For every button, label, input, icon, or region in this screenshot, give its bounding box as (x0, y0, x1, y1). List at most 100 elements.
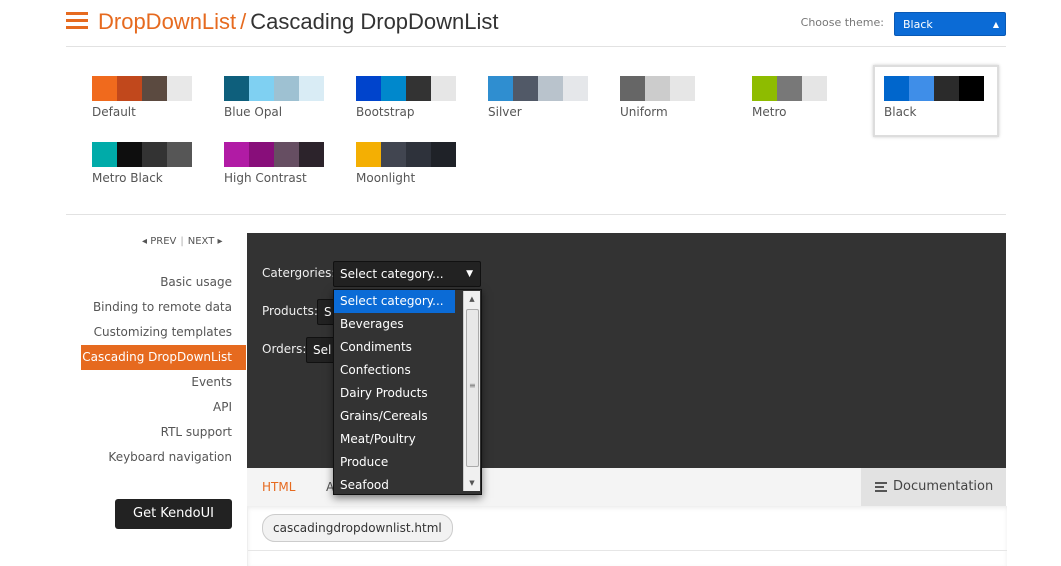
get-kendoui-button[interactable]: Get KendoUI (115, 499, 232, 529)
scroll-thumb[interactable]: ≡ (466, 309, 479, 467)
theme-swatches (92, 76, 196, 101)
color-swatch (563, 76, 588, 101)
divider (66, 46, 1006, 47)
list-item[interactable]: Select category... (334, 290, 455, 313)
file-tab[interactable]: cascadingdropdownlist.html (262, 514, 453, 542)
caret-right-icon: ▸ (217, 236, 223, 247)
color-swatch (92, 142, 117, 167)
sidebar-item-api[interactable]: API (81, 395, 246, 420)
code-panel: cascadingdropdownlist.html (247, 506, 1007, 566)
triangle-down-icon: ▼ (466, 269, 473, 279)
theme-option-moonlight[interactable]: Moonlight (356, 142, 460, 192)
documentation-button[interactable]: Documentation (861, 468, 1006, 506)
theme-label: Default (92, 105, 136, 119)
sidebar-item-basic-usage[interactable]: Basic usage (81, 270, 246, 295)
next-link[interactable]: NEXT (188, 236, 215, 247)
color-swatch (802, 76, 827, 101)
color-swatch (299, 142, 324, 167)
color-swatch (695, 76, 720, 101)
color-swatch (224, 76, 249, 101)
prev-next: ◂ PREV | NEXT ▸ (142, 236, 223, 247)
theme-label: Silver (488, 105, 522, 119)
triangle-up-icon: ▲ (992, 20, 999, 29)
theme-option-blue-opal[interactable]: Blue Opal (224, 76, 328, 126)
theme-label: Metro Black (92, 171, 163, 185)
theme-option-metro[interactable]: Metro (752, 76, 856, 126)
theme-label: Blue Opal (224, 105, 283, 119)
color-swatch (538, 76, 563, 101)
list-item[interactable]: Condiments (334, 336, 455, 359)
categories-label: Catergories: (262, 266, 336, 280)
theme-swatches (356, 142, 460, 167)
prev-link[interactable]: PREV (150, 236, 176, 247)
sidebar-item-binding-to-remote-data[interactable]: Binding to remote data (81, 295, 246, 320)
theme-option-bootstrap[interactable]: Bootstrap (356, 76, 460, 126)
sidebar-item-cascading-dropdownlist[interactable]: Cascading DropDownList (81, 345, 246, 370)
color-swatch (117, 142, 142, 167)
theme-swatches (356, 76, 460, 101)
color-swatch (249, 76, 274, 101)
theme-option-black[interactable]: Black (873, 65, 999, 137)
tab-html[interactable]: HTML (262, 480, 295, 494)
theme-swatches (224, 142, 328, 167)
menu-icon[interactable] (66, 12, 88, 30)
color-swatch (909, 76, 934, 101)
theme-label: Metro (752, 105, 787, 119)
color-swatch (167, 76, 192, 101)
theme-option-default[interactable]: Default (92, 76, 196, 126)
color-swatch (513, 76, 538, 101)
color-swatch (488, 76, 513, 101)
list-item[interactable]: Meat/Poultry (334, 428, 455, 451)
list-item[interactable]: Seafood (334, 474, 455, 494)
scrollbar[interactable]: ▲ ≡ ▼ (463, 291, 480, 491)
sidebar-nav: Basic usage Binding to remote data Customi… (81, 270, 246, 470)
color-swatch (117, 76, 142, 101)
theme-option-metro-black[interactable]: Metro Black (92, 142, 196, 192)
color-swatch (299, 76, 324, 101)
list-item[interactable]: Produce (334, 451, 455, 474)
dropdown-list: Select category... Beverages Condiments Con… (334, 290, 481, 494)
breadcrumb-dropdownlist[interactable]: DropDownList (98, 9, 236, 34)
scroll-up-icon[interactable]: ▲ (464, 291, 480, 307)
scroll-down-icon[interactable]: ▼ (464, 475, 480, 491)
caret-left-icon: ◂ (142, 236, 148, 247)
color-swatch (224, 142, 249, 167)
sidebar-item-keyboard-navigation[interactable]: Keyboard navigation (81, 445, 246, 470)
color-swatch (167, 142, 192, 167)
list-item[interactable]: Dairy Products (334, 382, 455, 405)
color-swatch (92, 76, 117, 101)
color-swatch (431, 142, 456, 167)
theme-swatches (620, 76, 724, 101)
color-swatch (431, 76, 456, 101)
theme-label: Moonlight (356, 171, 416, 185)
theme-label: Choose theme: (800, 16, 884, 29)
list-item[interactable]: Confections (334, 359, 455, 382)
sidebar-item-events[interactable]: Events (81, 370, 246, 395)
theme-label: Bootstrap (356, 105, 415, 119)
color-swatch (381, 142, 406, 167)
color-swatch (356, 142, 381, 167)
theme-swatches (92, 142, 196, 167)
color-swatch (249, 142, 274, 167)
color-swatch (142, 142, 167, 167)
color-swatch (827, 76, 852, 101)
products-value: S (324, 305, 332, 319)
theme-label: Black (884, 105, 917, 119)
color-swatch (406, 76, 431, 101)
sidebar-item-customizing-templates[interactable]: Customizing templates (81, 320, 246, 345)
theme-option-silver[interactable]: Silver (488, 76, 592, 126)
categories-value: Select category... (340, 267, 444, 281)
theme-swatches (752, 76, 856, 101)
list-item[interactable]: Beverages (334, 313, 455, 336)
color-swatch (142, 76, 167, 101)
page-title: DropDownList / Cascading DropDownList (98, 8, 499, 36)
list-item[interactable]: Grains/Cereals (334, 405, 455, 428)
theme-swatches (488, 76, 592, 101)
sidebar-item-rtl-support[interactable]: RTL support (81, 420, 246, 445)
theme-label: Uniform (620, 105, 668, 119)
theme-option-uniform[interactable]: Uniform (620, 76, 724, 126)
color-swatch (356, 76, 381, 101)
categories-dropdown[interactable]: Select category... ▼ (333, 261, 481, 287)
theme-select[interactable]: Black ▲ (894, 12, 1006, 36)
theme-option-high-contrast[interactable]: High Contrast (224, 142, 328, 192)
